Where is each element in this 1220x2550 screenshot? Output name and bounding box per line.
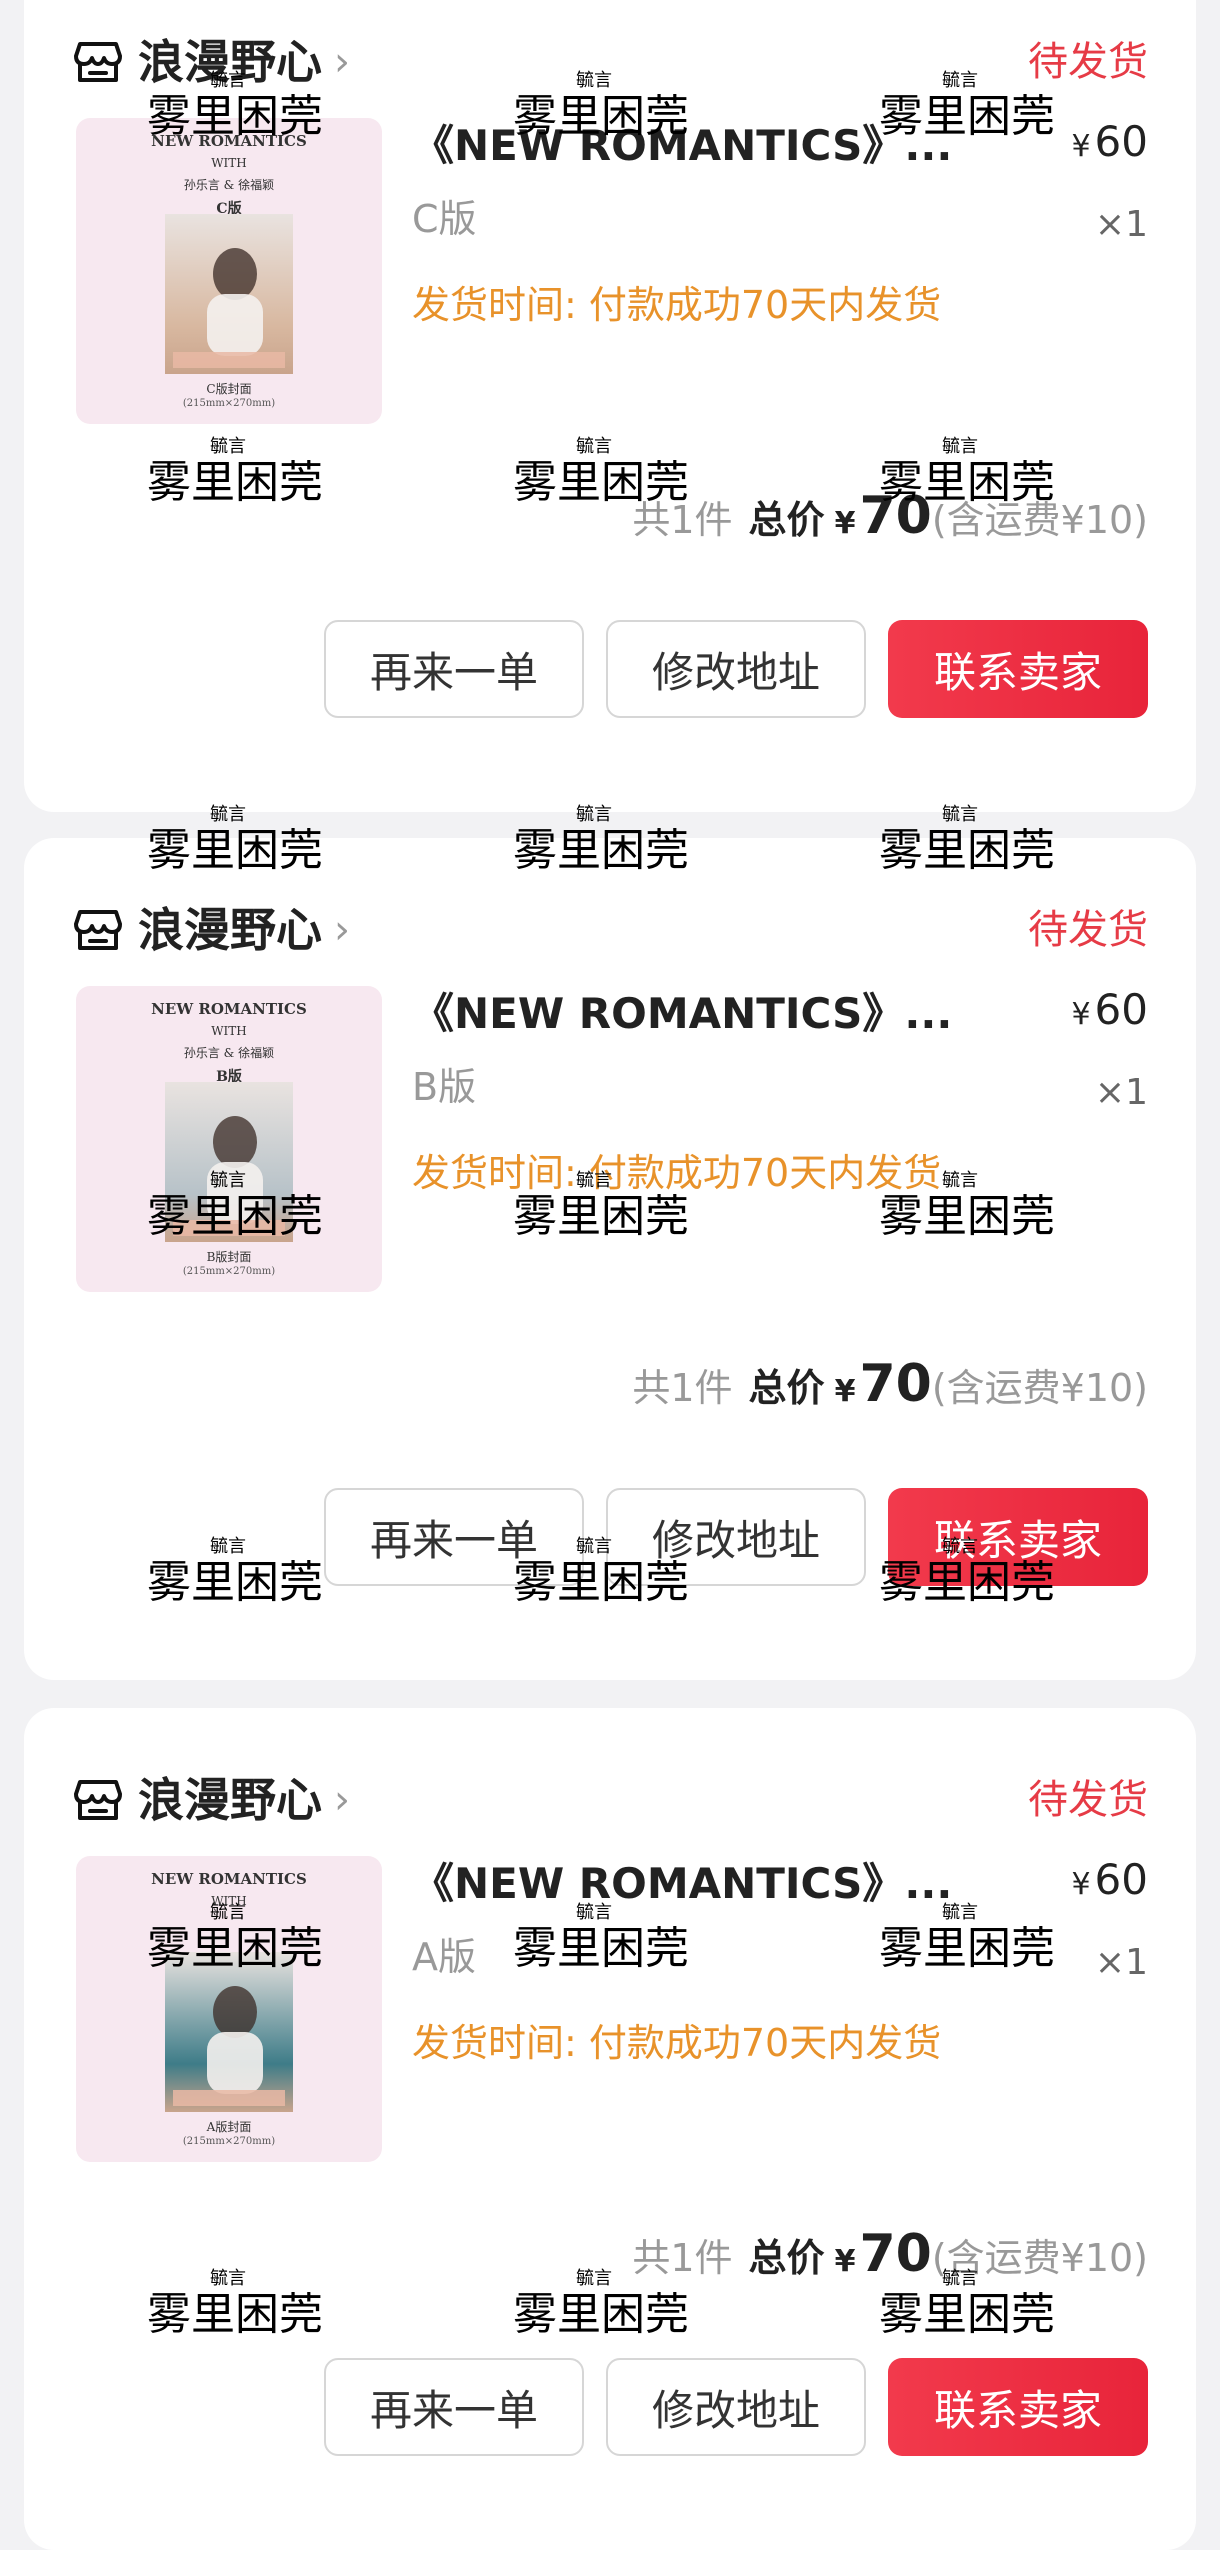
order-total: 共1件 总价 ¥70 (含运费¥10) (632, 486, 1148, 546)
total-currency: ¥ (834, 506, 856, 541)
item-count: 共1件 (632, 2236, 733, 2280)
reorder-button[interactable]: 再来一单 (324, 1488, 584, 1586)
shipping-time: 发货时间: 付款成功70天内发货 (412, 1151, 942, 1195)
product-price: ¥60 (1071, 1854, 1148, 1911)
cover-text-line1: NEW ROMANTICS (151, 1000, 307, 1018)
cover-text-line1: NEW ROMANTICS (151, 132, 307, 150)
chevron-right-icon: › (334, 39, 350, 85)
product-quantity: ×1 (1094, 1942, 1148, 1983)
reorder-button[interactable]: 再来一单 (324, 2358, 584, 2456)
order-card: 浪漫野心 › 待发货 NEW ROMANTICS WITH A版封面 (215mm×270m… (24, 1708, 1196, 2550)
store-icon (72, 904, 124, 956)
product-price: ¥60 (1071, 116, 1148, 173)
total-label: 总价 (748, 498, 825, 542)
cover-photo (165, 214, 293, 374)
cover-photo (165, 1952, 293, 2112)
contact-seller-button[interactable]: 联系卖家 (888, 1488, 1148, 1586)
shipping-fee: (含运费¥10) (931, 498, 1148, 542)
store-link[interactable]: 浪漫野心 › (72, 900, 350, 960)
product-thumbnail[interactable]: NEW ROMANTICS WITH 孙乐言 & 徐福颖 B版 B版封面 (215mm×2… (76, 986, 382, 1292)
total-amount: 70 (859, 1354, 932, 1414)
product-variant: B版 (412, 1065, 477, 1109)
price-value: 60 (1094, 117, 1148, 166)
cover-text-line5: B版封面 (206, 1250, 252, 1264)
cover-text-line1: NEW ROMANTICS (151, 1870, 307, 1888)
cover-text-line5: C版封面 (206, 382, 252, 396)
store-name: 浪漫野心 (138, 903, 322, 957)
order-card: 浪漫野心 › 待发货 NEW ROMANTICS WITH 孙乐言 & 徐福颖 B版 B版封面… (24, 838, 1196, 1680)
price-value: 60 (1094, 985, 1148, 1034)
product-variant: C版 (412, 197, 477, 241)
total-currency: ¥ (834, 2244, 856, 2279)
edit-address-button[interactable]: 修改地址 (606, 2358, 866, 2456)
cover-text-line6: (215mm×270mm) (182, 398, 276, 409)
card-header: 浪漫野心 › 待发货 (72, 32, 1148, 92)
cover-photo (165, 1082, 293, 1242)
edit-address-button[interactable]: 修改地址 (606, 1488, 866, 1586)
contact-seller-button[interactable]: 联系卖家 (888, 2358, 1148, 2456)
store-link[interactable]: 浪漫野心 › (72, 32, 350, 92)
cover-text-line6: (215mm×270mm) (182, 2136, 276, 2147)
chevron-right-icon: › (334, 1777, 350, 1823)
order-total: 共1件 总价 ¥70 (含运费¥10) (632, 2224, 1148, 2284)
total-label: 总价 (748, 1366, 825, 1410)
product-quantity: ×1 (1094, 204, 1148, 245)
shipping-fee: (含运费¥10) (931, 1366, 1148, 1410)
item-count: 共1件 (632, 1366, 733, 1410)
store-link[interactable]: 浪漫野心 › (72, 1770, 350, 1830)
order-status: 待发货 (1028, 1777, 1148, 1823)
contact-seller-button[interactable]: 联系卖家 (888, 620, 1148, 718)
cover-text-line5: A版封面 (206, 2120, 252, 2134)
product-title[interactable]: 《NEW ROMANTICS》... (412, 120, 972, 172)
product-title[interactable]: 《NEW ROMANTICS》... (412, 1858, 972, 1910)
order-status: 待发货 (1028, 907, 1148, 953)
cover-text-line3: 孙乐言 & 徐福颖 (183, 178, 275, 192)
card-header: 浪漫野心 › 待发货 (72, 1770, 1148, 1830)
order-total: 共1件 总价 ¥70 (含运费¥10) (632, 1354, 1148, 1414)
currency-symbol: ¥ (1071, 997, 1091, 1032)
reorder-button[interactable]: 再来一单 (324, 620, 584, 718)
order-card: 浪漫野心 › 待发货 NEW ROMANTICS WITH 孙乐言 & 徐福颖 C版 C版封面… (24, 0, 1196, 812)
cover-text-line2: WITH (211, 1024, 247, 1038)
currency-symbol: ¥ (1071, 129, 1091, 164)
total-label: 总价 (748, 2236, 825, 2280)
total-currency: ¥ (834, 1374, 856, 1409)
shipping-time: 发货时间: 付款成功70天内发货 (412, 2021, 942, 2065)
shipping-fee: (含运费¥10) (931, 2236, 1148, 2280)
product-thumbnail[interactable]: NEW ROMANTICS WITH A版封面 (215mm×270mm) (76, 1856, 382, 2162)
total-amount: 70 (859, 2224, 932, 2284)
chevron-right-icon: › (334, 907, 350, 953)
product-quantity: ×1 (1094, 1072, 1148, 1113)
product-thumbnail[interactable]: NEW ROMANTICS WITH 孙乐言 & 徐福颖 C版 C版封面 (215mm×2… (76, 118, 382, 424)
order-status: 待发货 (1028, 39, 1148, 85)
store-icon (72, 1774, 124, 1826)
edit-address-button[interactable]: 修改地址 (606, 620, 866, 718)
product-price: ¥60 (1071, 984, 1148, 1041)
store-icon (72, 36, 124, 88)
total-amount: 70 (859, 486, 932, 546)
product-variant: A版 (412, 1935, 476, 1979)
item-count: 共1件 (632, 498, 733, 542)
order-list: 浪漫野心 › 待发货 NEW ROMANTICS WITH 孙乐言 & 徐福颖 C版 C版封面… (0, 0, 1220, 2550)
cover-text-line6: (215mm×270mm) (182, 1266, 276, 1277)
currency-symbol: ¥ (1071, 1867, 1091, 1902)
store-name: 浪漫野心 (138, 1773, 322, 1827)
card-header: 浪漫野心 › 待发货 (72, 900, 1148, 960)
product-title[interactable]: 《NEW ROMANTICS》... (412, 988, 972, 1040)
price-value: 60 (1094, 1855, 1148, 1904)
shipping-time: 发货时间: 付款成功70天内发货 (412, 283, 942, 327)
store-name: 浪漫野心 (138, 35, 322, 89)
cover-text-line2: WITH (211, 156, 247, 170)
cover-text-line2: WITH (211, 1894, 247, 1908)
cover-text-line3: 孙乐言 & 徐福颖 (183, 1046, 275, 1060)
